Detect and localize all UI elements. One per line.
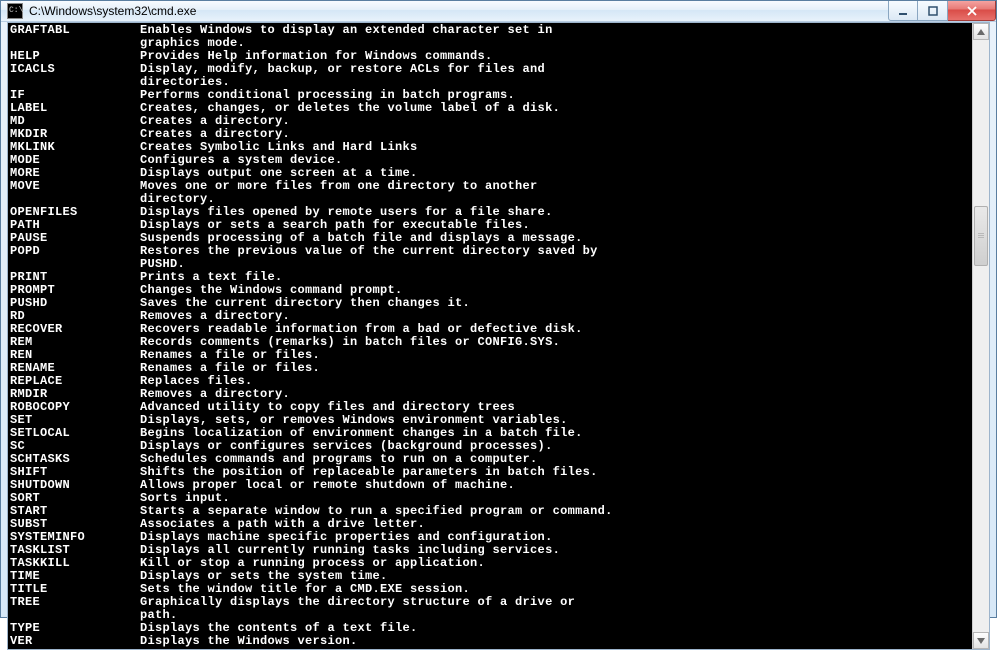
command-name: PUSHD bbox=[10, 297, 140, 310]
command-description: Displays the contents of a text file. bbox=[140, 622, 970, 635]
console-output[interactable]: GRAFTABLEnables Windows to display an ex… bbox=[8, 23, 972, 649]
command-name: ICACLS bbox=[10, 63, 140, 76]
scroll-up-button[interactable] bbox=[973, 23, 989, 40]
command-name bbox=[10, 76, 140, 89]
chevron-down-icon bbox=[977, 638, 985, 644]
app-window: C:\Windows\system32\cmd.exe GRAFTABLEnab… bbox=[0, 0, 997, 618]
cmd-app-icon bbox=[7, 3, 23, 19]
titlebar[interactable]: C:\Windows\system32\cmd.exe bbox=[1, 1, 996, 22]
command-description: path. bbox=[140, 609, 970, 622]
command-name: SETLOCAL bbox=[10, 427, 140, 440]
minimize-icon bbox=[898, 6, 908, 16]
close-icon bbox=[966, 6, 978, 16]
vertical-scrollbar[interactable] bbox=[972, 23, 989, 649]
chevron-up-icon bbox=[977, 29, 985, 35]
command-name: MOVE bbox=[10, 180, 140, 193]
help-line: TYPEDisplays the contents of a text file… bbox=[10, 622, 970, 635]
command-name: TYPE bbox=[10, 622, 140, 635]
command-name: GRAFTABL bbox=[10, 24, 140, 37]
scroll-thumb[interactable] bbox=[974, 206, 988, 266]
minimize-button[interactable] bbox=[888, 1, 918, 21]
scroll-down-button[interactable] bbox=[973, 632, 989, 649]
window-title: C:\Windows\system32\cmd.exe bbox=[29, 4, 888, 18]
command-description: Graphically displays the directory struc… bbox=[140, 596, 970, 609]
close-button[interactable] bbox=[948, 1, 996, 21]
command-description: Moves one or more files from one directo… bbox=[140, 180, 970, 193]
command-description: Restores the previous value of the curre… bbox=[140, 245, 970, 258]
command-name: POPD bbox=[10, 245, 140, 258]
command-description: Renames a file or files. bbox=[140, 362, 970, 375]
command-name: LABEL bbox=[10, 102, 140, 115]
command-description: Enables Windows to display an extended c… bbox=[140, 24, 970, 37]
command-description: Displays the Windows version. bbox=[140, 635, 970, 648]
command-name: TREE bbox=[10, 596, 140, 609]
client-area: GRAFTABLEnables Windows to display an ex… bbox=[7, 22, 990, 650]
command-description: Allows proper local or remote shutdown o… bbox=[140, 479, 970, 492]
command-name bbox=[10, 609, 140, 622]
maximize-icon bbox=[928, 6, 938, 16]
help-line: VERDisplays the Windows version. bbox=[10, 635, 970, 648]
command-description: Display, modify, backup, or restore ACLs… bbox=[140, 63, 970, 76]
help-line: path. bbox=[10, 609, 970, 622]
window-buttons bbox=[888, 1, 996, 21]
scroll-track[interactable] bbox=[973, 40, 989, 632]
command-name: VER bbox=[10, 635, 140, 648]
maximize-button[interactable] bbox=[918, 1, 948, 21]
